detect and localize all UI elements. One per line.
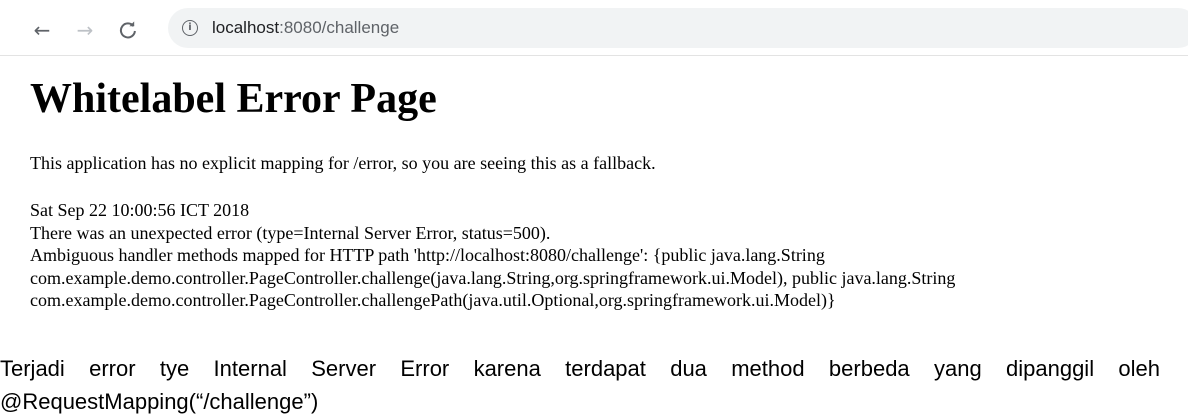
fallback-message: This application has no explicit mapping… [30, 153, 656, 173]
url-path: :8080/challenge [279, 18, 400, 37]
arrow-left-icon[interactable]: ← [30, 18, 54, 42]
error-detail-line: com.example.demo.controller.PageControll… [30, 290, 836, 310]
error-details: Sat Sep 22 10:00:56 ICT 2018 There was a… [30, 199, 955, 312]
url-host: localhost [212, 18, 280, 37]
error-timestamp: Sat Sep 22 10:00:56 ICT 2018 [30, 200, 250, 220]
error-detail-line: com.example.demo.controller.PageControll… [30, 267, 956, 288]
explanation-caption: Terjadi error tye Internal Server Error … [0, 356, 1160, 414]
page-title: Whitelabel Error Page [30, 76, 437, 122]
url-text[interactable]: localhost:8080/challenge [212, 18, 399, 38]
browser-toolbar: ← → i localhost:8080/challenge [0, 0, 1188, 56]
error-summary: There was an unexpected error (type=Inte… [30, 222, 551, 243]
address-bar[interactable]: i localhost:8080/challenge [168, 8, 1188, 48]
info-circle-icon[interactable]: i [182, 20, 198, 36]
error-detail-line: Ambiguous handler methods mapped for HTT… [30, 245, 825, 265]
arrow-right-icon[interactable]: → [73, 18, 97, 42]
reload-icon[interactable] [116, 18, 140, 42]
